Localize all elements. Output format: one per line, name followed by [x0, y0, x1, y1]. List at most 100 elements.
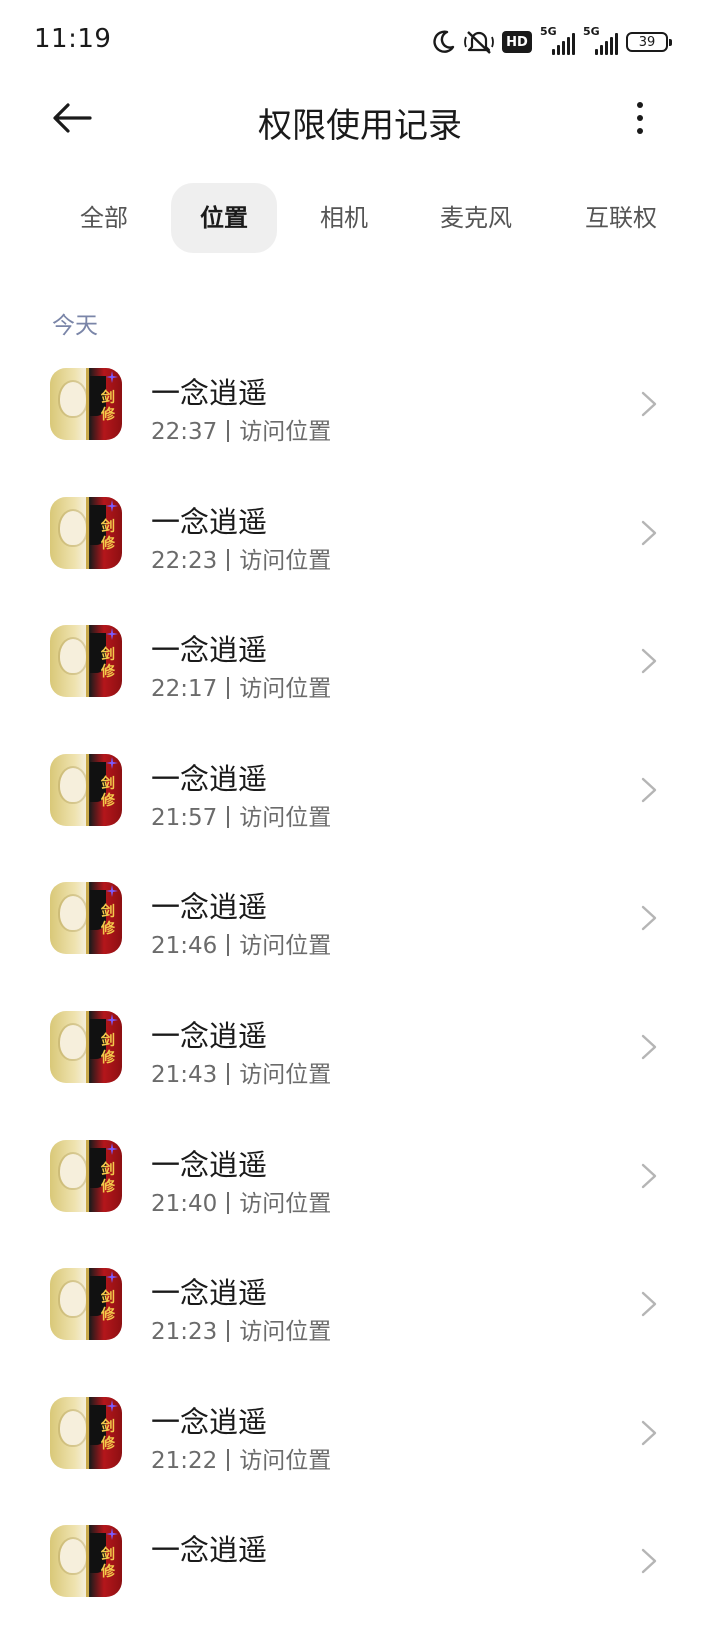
app-icon: 剑修 — [50, 625, 122, 698]
tab-location[interactable]: 位置 — [171, 183, 277, 253]
app-name: 一念逍遥 — [151, 376, 268, 410]
hd-icon: HD — [502, 31, 532, 53]
app-icon: 剑修 — [50, 1525, 122, 1598]
separator — [227, 677, 230, 700]
tab-all[interactable]: 全部 — [62, 183, 146, 253]
access-detail: 21:40 访问位置 — [151, 1184, 331, 1218]
status-icons: HD 5G 5G 39 — [430, 25, 672, 58]
chevron-right-icon — [641, 906, 657, 931]
access-type: 访问位置 — [239, 547, 332, 574]
list-item[interactable]: 剑修 一念逍遥 22:23 访问位置 — [0, 469, 720, 598]
app-icon: 剑修 — [50, 368, 122, 440]
list-item[interactable]: 剑修 一念逍遥 21:57 访问位置 — [0, 726, 720, 855]
chevron-right-icon — [641, 1420, 657, 1445]
access-time: 22:23 — [151, 547, 218, 574]
tab-microphone[interactable]: 麦克风 — [418, 183, 534, 253]
access-detail: 21:23 访问位置 — [151, 1312, 331, 1346]
separator — [227, 1191, 230, 1214]
app-name: 一念逍遥 — [151, 504, 268, 539]
separator — [227, 1448, 230, 1471]
separator — [227, 548, 230, 571]
more-button[interactable] — [620, 96, 660, 140]
moon-icon — [433, 30, 455, 53]
chevron-right-icon — [641, 520, 657, 545]
app-icon: 剑修 — [50, 882, 122, 955]
network-label-2: 5G — [583, 25, 600, 38]
access-type: 访问位置 — [239, 676, 332, 703]
access-time: 22:17 — [151, 676, 218, 703]
more-vertical-icon — [637, 102, 643, 134]
list-item[interactable]: 剑修 一念逍遥 21:40 访问位置 — [0, 1112, 720, 1241]
page-title: 权限使用记录 — [258, 106, 462, 146]
separator — [227, 805, 230, 828]
app-name: 一念逍遥 — [151, 1276, 268, 1311]
tab-internet[interactable]: 互联权 — [566, 183, 676, 253]
app-icon: 剑修 — [50, 1268, 122, 1341]
access-type: 访问位置 — [239, 804, 332, 831]
access-detail: 22:37 访问位置 — [151, 412, 331, 446]
app-name: 一念逍遥 — [151, 1147, 268, 1182]
chevron-right-icon — [641, 391, 657, 417]
list-item[interactable]: 剑修 一念逍遥 21:23 访问位置 — [0, 1240, 720, 1369]
access-detail: 21:57 访问位置 — [151, 798, 331, 832]
status-time: 11:19 — [34, 24, 112, 54]
access-type: 访问位置 — [239, 1319, 332, 1346]
section-label-today: 今天 — [52, 313, 98, 339]
access-type: 访问位置 — [239, 1190, 332, 1217]
app-icon: 剑修 — [50, 1010, 122, 1083]
access-type: 访问位置 — [239, 419, 332, 445]
access-time: 21:22 — [151, 1447, 218, 1474]
app-icon: 剑修 — [50, 496, 122, 569]
separator — [227, 420, 230, 442]
access-type: 访问位置 — [239, 1447, 332, 1474]
list-item[interactable]: 剑修 一念逍遥 21:22 访问位置 — [0, 1369, 720, 1498]
app-name: 一念逍遥 — [151, 1018, 268, 1053]
access-detail: 21:46 访问位置 — [151, 926, 331, 960]
network-label-1: 5G — [540, 25, 557, 38]
list-item[interactable]: 剑修 一念逍遥 21:46 访问位置 — [0, 854, 720, 983]
access-time: 21:23 — [151, 1319, 218, 1346]
tab-camera[interactable]: 相机 — [302, 183, 386, 253]
app-name: 一念逍遥 — [151, 1404, 268, 1439]
separator — [227, 1062, 230, 1085]
access-detail: 21:22 访问位置 — [151, 1441, 331, 1475]
app-name: 一念逍遥 — [151, 1533, 268, 1568]
access-detail: 21:43 访问位置 — [151, 1055, 331, 1089]
chevron-right-icon — [641, 1549, 657, 1574]
list-item[interactable]: 剑修 一念逍遥 — [0, 1497, 720, 1626]
app-name: 一念逍遥 — [151, 633, 268, 668]
app-icon: 剑修 — [50, 1396, 122, 1469]
access-type: 访问位置 — [239, 933, 332, 960]
separator — [227, 1320, 230, 1343]
chevron-right-icon — [641, 1291, 657, 1317]
battery-level: 39 — [638, 34, 656, 50]
signal-icon: 5G — [583, 25, 618, 55]
battery-icon: 39 — [626, 32, 672, 52]
chevron-right-icon — [641, 1163, 657, 1188]
list-item[interactable]: 剑修 一念逍遥 21:43 访问位置 — [0, 983, 720, 1112]
app-icon: 剑修 — [50, 753, 122, 826]
app-name: 一念逍遥 — [151, 761, 268, 796]
hd-label: HD — [506, 34, 528, 50]
access-detail: 22:23 访问位置 — [151, 541, 331, 575]
mute-icon — [464, 31, 494, 54]
record-list: 剑修 一念逍遥 22:37 访问位置 剑修 一念逍遥 22:23 访问位置 剑 … — [0, 340, 720, 1626]
list-item[interactable]: 剑修 一念逍遥 22:37 访问位置 — [0, 340, 720, 469]
access-time: 21:43 — [151, 1061, 218, 1088]
chevron-right-icon — [641, 777, 657, 802]
chevron-right-icon — [641, 648, 657, 674]
list-item[interactable]: 剑修 一念逍遥 22:17 访问位置 — [0, 597, 720, 726]
access-type: 访问位置 — [239, 1061, 332, 1088]
separator — [227, 934, 230, 957]
access-detail: 22:17 访问位置 — [151, 669, 331, 703]
chevron-right-icon — [641, 1034, 657, 1060]
app-icon: 剑修 — [50, 1139, 122, 1212]
status-bar: 11:19 HD 5G 5G 39 — [0, 0, 720, 84]
signal-icon: 5G — [540, 25, 575, 55]
access-time: 21:46 — [151, 933, 218, 960]
app-name: 一念逍遥 — [151, 890, 268, 925]
access-time: 21:57 — [151, 804, 218, 831]
permission-tabs: 全部 位置 相机 麦克风 互联权 — [0, 180, 720, 256]
header: 权限使用记录 — [0, 84, 720, 154]
access-time: 21:40 — [151, 1190, 218, 1217]
